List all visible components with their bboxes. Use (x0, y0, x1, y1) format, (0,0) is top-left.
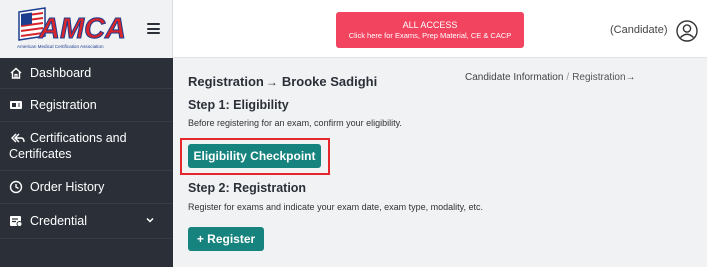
breadcrumb-separator: / (566, 72, 570, 83)
amca-logo[interactable]: AMCA American Medical Certification Asso… (15, 6, 135, 50)
register-button[interactable]: + Register (188, 227, 264, 251)
home-icon (10, 67, 22, 79)
sidebar: AMCA American Medical Certification Asso… (0, 0, 173, 267)
sidebar-item-order-history[interactable]: Order History (0, 171, 173, 204)
chevron-down-icon[interactable] (145, 215, 155, 225)
sidebar-item-credential[interactable]: Credential (0, 204, 173, 239)
breadcrumb-candidate-information[interactable]: Candidate Information (465, 72, 563, 83)
sidebar-item-label: Dashboard (30, 66, 92, 80)
sidebar-item-label: Order History (30, 180, 105, 194)
all-access-button[interactable]: ALL ACCESS Click here for Exams, Prep Ma… (336, 12, 524, 48)
breadcrumb-arrow-icon: → (625, 72, 636, 83)
candidate-name: Brooke Sadighi (281, 74, 378, 89)
user-avatar-icon[interactable] (676, 20, 698, 42)
breadcrumb: Candidate Information / Registration→ (465, 72, 636, 83)
eligibility-checkpoint-button[interactable]: Eligibility Checkpoint (188, 144, 321, 168)
main-content: Registration → Brooke Sadighi Candidate In… (173, 58, 707, 267)
page-title-prefix: Registration (188, 74, 264, 89)
sidebar-item-dashboard[interactable]: Dashboard (0, 58, 173, 89)
ticket-icon (10, 101, 22, 109)
step1-heading: Step 1: Eligibility (188, 98, 289, 112)
sidebar-nav: Dashboard Registration Certifications an… (0, 58, 173, 239)
all-access-title: ALL ACCESS (402, 20, 458, 30)
step2-description: Register for exams and indicate your exa… (188, 202, 483, 212)
sidebar-item-label: Credential (30, 214, 87, 228)
clock-icon (9, 180, 23, 194)
all-access-subtitle: Click here for Exams, Prep Material, CE … (348, 31, 512, 40)
sidebar-item-certifications[interactable]: Certifications and Certificates (0, 122, 173, 171)
sidebar-item-label: Registration (30, 98, 97, 112)
user-role-label: (Candidate) (610, 24, 668, 36)
logo-tagline: American Medical Certification Associati… (17, 44, 104, 49)
svg-text:AMCA: AMCA (38, 13, 126, 45)
page-title: Registration → Brooke Sadighi (188, 74, 377, 89)
hamburger-menu-icon[interactable] (147, 23, 160, 34)
credential-icon (10, 216, 23, 227)
reply-all-icon (11, 133, 25, 143)
breadcrumb-registration: Registration (572, 72, 626, 83)
top-bar: ALL ACCESS Click here for Exams, Prep Ma… (173, 0, 707, 58)
title-arrow-icon: → (265, 75, 278, 89)
step1-description: Before registering for an exam, confirm … (188, 118, 402, 128)
step2-heading: Step 2: Registration (188, 181, 307, 195)
sidebar-item-registration[interactable]: Registration (0, 89, 173, 122)
logo-area: AMCA American Medical Certification Asso… (0, 0, 173, 58)
